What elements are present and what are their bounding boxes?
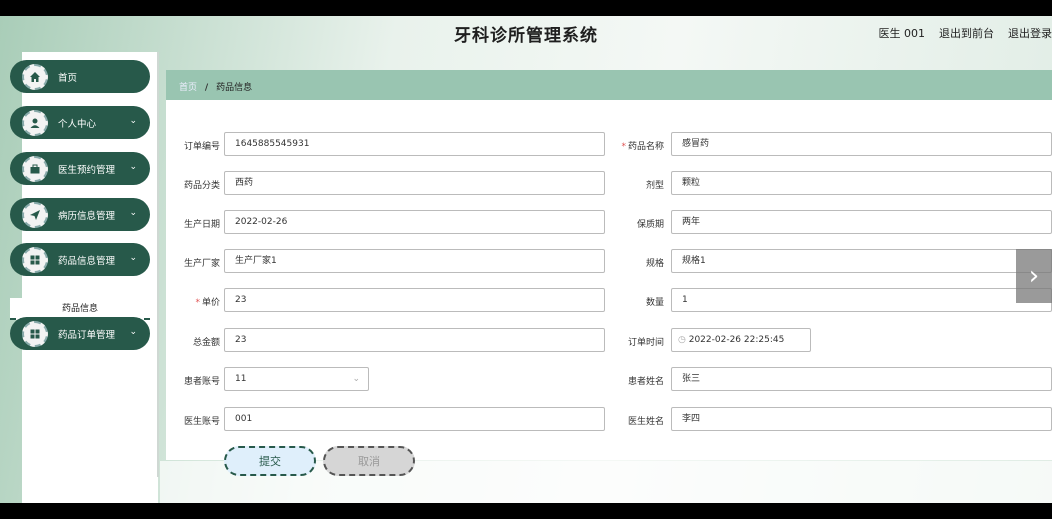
patient-name-label: 患者姓名 <box>627 377 664 387</box>
submit-button[interactable]: 提交 <box>224 446 316 476</box>
breadcrumb-current: 药品信息 <box>216 83 253 93</box>
sidebar-item-label: 病历信息管理 <box>58 211 116 222</box>
sidebar-item-label: 首页 <box>58 73 78 84</box>
manufacturer-field[interactable]: 生产厂家1 <box>224 249 605 273</box>
sidebar: 首页 个人中心 ⌄ 医生预约管理 ⌄ 病历信息管理 ⌄ 药品信息管理 ⌄ 药品信… <box>0 52 159 503</box>
drug-name-label: * 药品名称 <box>621 142 664 152</box>
sidebar-divider <box>157 52 159 477</box>
patient-account-value: 11 <box>235 374 247 384</box>
order-time-field[interactable]: ◷ 2022-02-26 22:25:45 <box>671 328 811 352</box>
category-field[interactable]: 西药 <box>224 171 605 195</box>
breadcrumb: 首页 / 药品信息 <box>166 70 1052 100</box>
grid-icon <box>22 321 48 347</box>
chevron-down-icon: ⌄ <box>352 374 360 384</box>
production-date-field[interactable]: 2022-02-26 <box>224 210 605 234</box>
patient-name-field[interactable]: 张三 <box>671 367 1052 391</box>
clock-icon: ◷ <box>678 335 686 345</box>
spec-field[interactable]: 规格1 <box>671 249 1052 273</box>
chevron-down-icon: ⌄ <box>129 116 137 126</box>
top-links: 医生 001 退出到前台 退出登录 <box>879 25 1052 41</box>
sidebar-item-label: 药品信息管理 <box>58 256 116 267</box>
order-no-field[interactable]: 1645885545931 <box>224 132 605 156</box>
chevron-down-icon: ⌄ <box>129 162 137 172</box>
spec-label: 规格 <box>645 259 664 269</box>
main-content: 首页 / 药品信息 订单编号 1645885545931 * 药品名称 感冒药 药… <box>160 52 1052 503</box>
total-amount-field[interactable]: 23 <box>224 328 605 352</box>
category-label: 药品分类 <box>183 181 220 191</box>
doctor-account-field[interactable]: 001 <box>224 407 605 431</box>
sidebar-item-home[interactable]: 首页 <box>10 60 150 93</box>
patient-account-select[interactable]: 11 ⌄ <box>224 367 369 391</box>
sidebar-item-personal-center[interactable]: 个人中心 ⌄ <box>10 106 150 139</box>
send-icon <box>22 202 48 228</box>
sidebar-item-label: 药品订单管理 <box>58 330 116 341</box>
back-to-front-link[interactable]: 退出到前台 <box>939 25 994 41</box>
order-time-label: 订单时间 <box>627 338 664 348</box>
current-user-label: 医生 001 <box>878 27 926 40</box>
sidebar-item-drug-orders[interactable]: 药品订单管理 ⌄ <box>10 317 150 350</box>
top-bar: 牙科诊所管理系统 医生 001 退出到前台 退出登录 <box>0 16 1052 50</box>
quantity-field[interactable]: 1 <box>671 288 1052 312</box>
cancel-button[interactable]: 取消 <box>323 446 415 476</box>
app-window: 牙科诊所管理系统 医生 001 退出到前台 退出登录 首页 个人中心 ⌄ 医生预… <box>0 16 1052 503</box>
doctor-name-label: 医生姓名 <box>627 417 664 427</box>
user-icon <box>22 110 48 136</box>
unit-price-field[interactable]: 23 <box>224 288 605 312</box>
briefcase-icon <box>22 156 48 182</box>
production-date-label: 生产日期 <box>183 220 220 230</box>
shelf-life-field[interactable]: 两年 <box>671 210 1052 234</box>
drug-name-field[interactable]: 感冒药 <box>671 132 1052 156</box>
breadcrumb-separator: / <box>204 83 209 93</box>
doctor-name-field[interactable]: 李四 <box>671 407 1052 431</box>
unit-price-label: * 单价 <box>195 298 220 308</box>
chevron-down-icon: ⌄ <box>129 208 137 218</box>
sidebar-item-medical-records[interactable]: 病历信息管理 ⌄ <box>10 198 150 231</box>
breadcrumb-home[interactable]: 首页 <box>179 83 197 93</box>
patient-account-label: 患者账号 <box>183 377 220 387</box>
sidebar-item-drug-info[interactable]: 药品信息管理 ⌄ <box>10 243 150 276</box>
sidebar-item-label: 医生预约管理 <box>58 165 116 176</box>
doctor-account-label: 医生账号 <box>183 417 220 427</box>
chevron-down-icon: ⌄ <box>129 327 137 337</box>
manufacturer-label: 生产厂家 <box>183 259 220 269</box>
dosage-form-field[interactable]: 颗粒 <box>671 171 1052 195</box>
order-time-value: 2022-02-26 22:25:45 <box>688 335 785 345</box>
chevron-right-icon[interactable]: › <box>1016 249 1052 303</box>
home-icon <box>22 64 48 90</box>
grid-icon <box>22 247 48 273</box>
chevron-down-icon: ⌄ <box>129 253 137 263</box>
logout-link[interactable]: 退出登录 <box>1008 25 1052 41</box>
dosage-form-label: 剂型 <box>645 181 664 191</box>
order-no-label: 订单编号 <box>183 142 220 152</box>
quantity-label: 数量 <box>645 298 664 308</box>
shelf-life-label: 保质期 <box>636 220 664 230</box>
total-amount-label: 总金额 <box>192 338 220 348</box>
sidebar-item-label: 个人中心 <box>58 119 97 130</box>
sidebar-item-appointments[interactable]: 医生预约管理 ⌄ <box>10 152 150 185</box>
